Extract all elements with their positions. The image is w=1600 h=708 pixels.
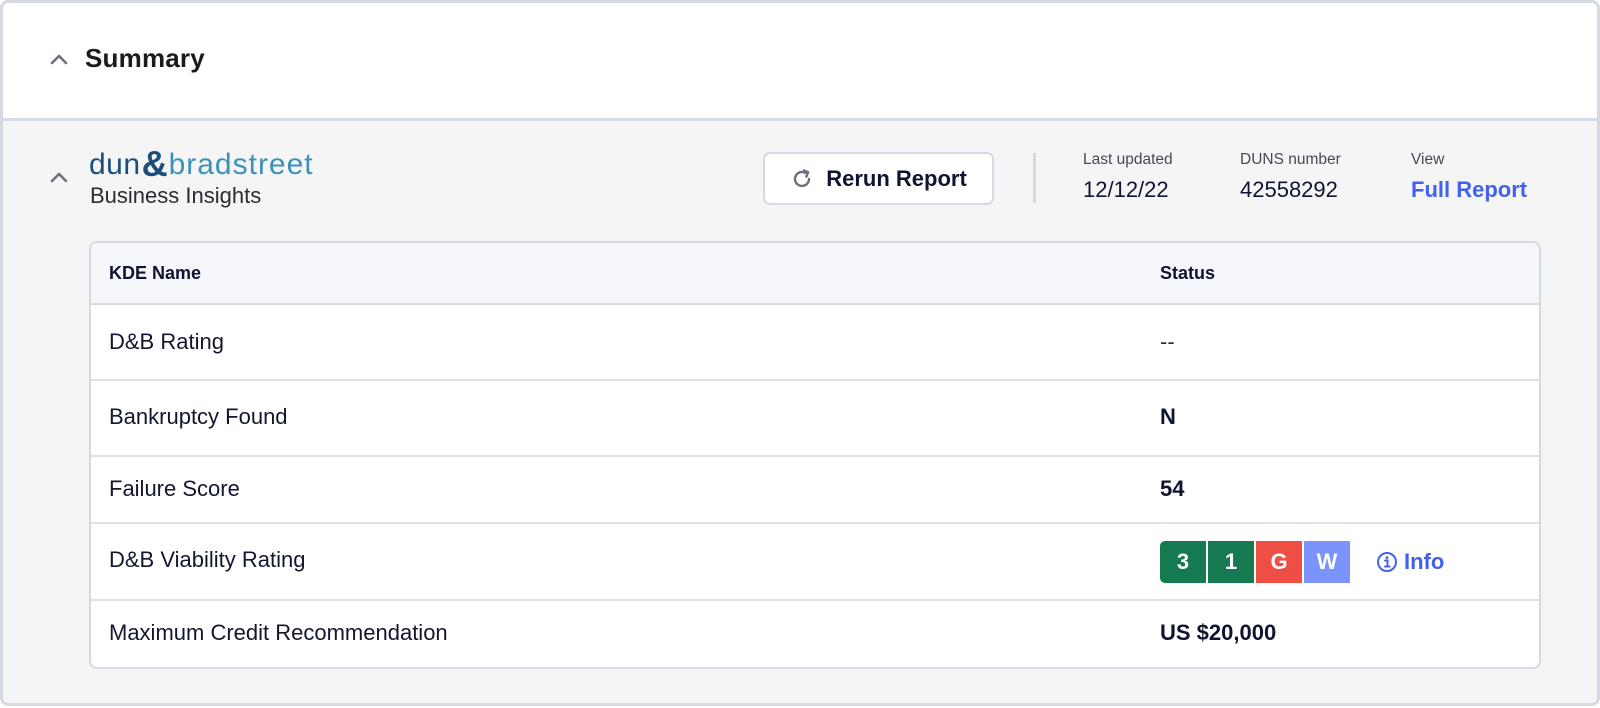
duns-number-label: DUNS number xyxy=(1240,151,1341,168)
logo-text-dun: dun xyxy=(89,148,141,181)
kde-table: KDE Name Status D&B Rating -- Bankruptcy… xyxy=(89,241,1541,669)
table-row: Bankruptcy Found N xyxy=(91,381,1539,457)
viability-badge: W xyxy=(1304,541,1350,583)
info-icon xyxy=(1377,552,1397,572)
viability-badges: 3 1 G W Info xyxy=(1160,541,1444,583)
kde-name: Bankruptcy Found xyxy=(109,404,288,429)
viability-badge: 3 xyxy=(1160,541,1206,583)
kde-status: 54 xyxy=(1160,476,1185,501)
viability-badge: G xyxy=(1256,541,1302,583)
vertical-divider xyxy=(1033,153,1036,203)
full-report-link[interactable]: Full Report xyxy=(1411,177,1527,202)
logo-ampersand: & xyxy=(141,143,168,184)
summary-card: Summary dun&bradstreet Business Insights… xyxy=(0,0,1600,706)
info-label: Info xyxy=(1404,549,1445,574)
last-updated-value: 12/12/22 xyxy=(1083,177,1169,202)
chevron-up-icon[interactable] xyxy=(49,170,69,184)
chevron-up-icon[interactable] xyxy=(49,52,69,66)
rerun-report-label: Rerun Report xyxy=(826,165,967,191)
duns-number: DUNS number 42558292 xyxy=(1240,151,1341,203)
kde-name: D&B Rating xyxy=(109,329,224,354)
view-label: View xyxy=(1411,151,1445,168)
kde-name: Failure Score xyxy=(109,476,240,501)
column-header-status: Status xyxy=(1160,263,1216,283)
kde-status: US $20,000 xyxy=(1160,620,1277,645)
kde-name: D&B Viability Rating xyxy=(109,547,306,572)
section-subtitle: Business Insights xyxy=(90,183,262,208)
viability-info-link[interactable]: Info xyxy=(1376,549,1444,575)
last-updated-label: Last updated xyxy=(1083,151,1173,168)
logo-text-bradstreet: bradstreet xyxy=(168,148,314,181)
refresh-icon xyxy=(794,168,811,187)
view-full-report: View Full Report xyxy=(1411,151,1527,203)
summary-title: Summary xyxy=(85,43,205,73)
viability-badge: 1 xyxy=(1208,541,1254,583)
kde-name: Maximum Credit Recommendation xyxy=(109,620,448,645)
last-updated: Last updated 12/12/22 xyxy=(1083,151,1173,203)
duns-number-value: 42558292 xyxy=(1240,177,1338,202)
dun-bradstreet-logo: dun&bradstreet xyxy=(89,141,314,184)
table-row: Failure Score 54 xyxy=(91,457,1539,524)
table-row: D&B Viability Rating 3 1 G W Info xyxy=(91,524,1539,601)
kde-status: N xyxy=(1160,404,1176,429)
rerun-report-button[interactable]: Rerun Report xyxy=(763,152,994,205)
summary-header[interactable]: Summary xyxy=(3,3,1597,121)
table-row: D&B Rating -- xyxy=(91,305,1539,381)
table-header: KDE Name Status xyxy=(91,243,1539,305)
column-header-kde-name: KDE Name xyxy=(109,263,202,283)
viability-rating-status: 3 1 G W Info xyxy=(1160,541,1444,583)
table-row: Maximum Credit Recommendation US $20,000 xyxy=(91,601,1539,667)
kde-status: -- xyxy=(1160,329,1175,354)
